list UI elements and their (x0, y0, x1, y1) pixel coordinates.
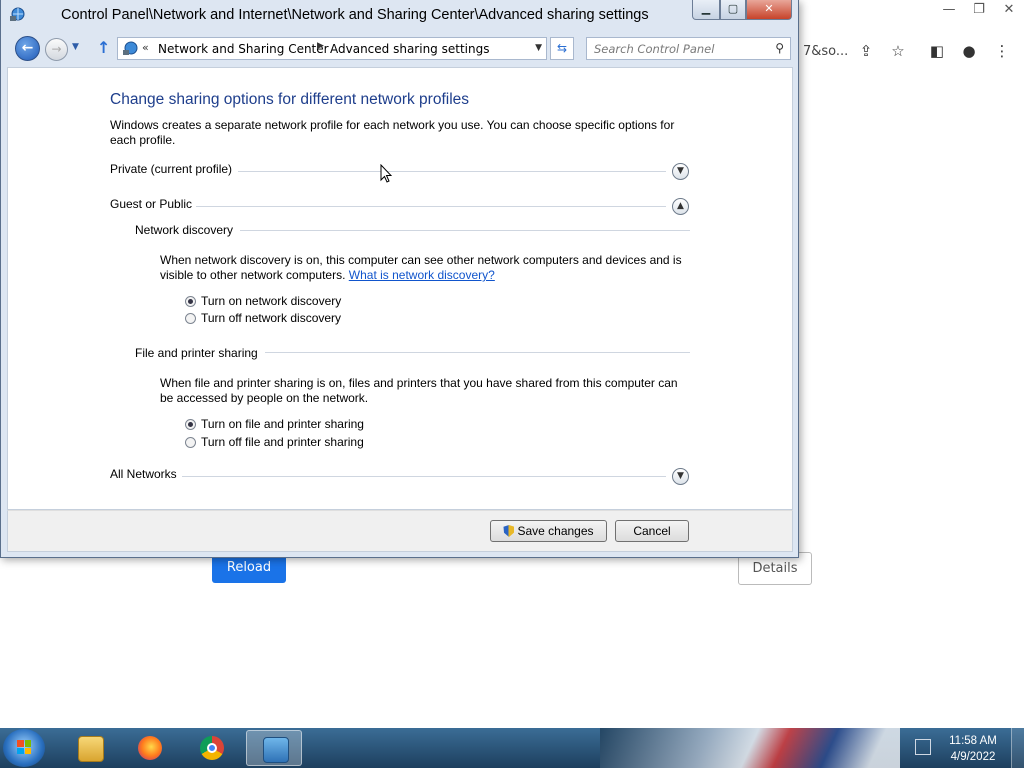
section-divider (240, 230, 690, 231)
chevron-up-icon[interactable]: ▲ (672, 198, 689, 215)
profile-all-networks-label[interactable]: All Networks (110, 467, 177, 481)
radio-turn-on-file-printer-sharing[interactable]: Turn on file and printer sharing (185, 416, 364, 432)
taskbar-control-panel[interactable] (246, 730, 302, 766)
back-arrow-icon[interactable]: ← (15, 36, 40, 61)
system-clock[interactable]: 11:58 AM 4/9/2022 (940, 733, 1006, 765)
taskbar-explorer[interactable] (62, 730, 118, 766)
firefox-icon (138, 736, 162, 760)
breadcrumb-advanced-sharing[interactable]: Advanced sharing settings (330, 42, 489, 56)
address-dropdown-icon[interactable]: ▼ (535, 43, 542, 53)
file-printer-sharing-title: File and printer sharing (135, 346, 258, 360)
chevron-down-icon[interactable]: ▼ (672, 468, 689, 485)
page-heading: Change sharing options for different net… (110, 91, 470, 108)
control-panel-icon (263, 737, 289, 763)
refresh-icon[interactable]: ⇆ (550, 37, 574, 60)
radio-label[interactable]: Turn on file and printer sharing (201, 417, 364, 431)
clock-date: 4/9/2022 (950, 751, 996, 763)
radio-label[interactable]: Turn on network discovery (201, 294, 341, 308)
browser-url-fragment[interactable]: 7&so... (803, 44, 848, 59)
uac-shield-icon (503, 525, 515, 537)
chrome-icon (200, 736, 224, 760)
window-title: Control Panel\Network and Internet\Netwo… (61, 7, 649, 23)
network-tray-icon[interactable] (915, 739, 931, 755)
maximize-button[interactable]: ▢ (720, 0, 746, 20)
taskbar (0, 728, 1024, 768)
section-divider (196, 206, 666, 207)
search-input[interactable]: Search Control Panel (594, 42, 714, 56)
taskbar-firefox[interactable] (122, 730, 178, 766)
clock-time: 11:58 AM (949, 735, 997, 747)
breadcrumb-separator-icon[interactable]: ▶ (317, 41, 324, 51)
profile-guest-public-label[interactable]: Guest or Public (110, 197, 192, 211)
profile-avatar-icon[interactable]: ● (960, 42, 978, 60)
radio-turn-off-network-discovery[interactable]: Turn off network discovery (185, 310, 341, 326)
address-overflow-chevron-icon[interactable]: « (142, 41, 149, 54)
network-discovery-description: When network discovery is on, this compu… (160, 253, 690, 283)
radio-turn-on-network-discovery[interactable]: Turn on network discovery (185, 293, 341, 309)
control-panel-icon (123, 41, 138, 55)
search-icon[interactable]: ⚲ (775, 41, 784, 55)
browser-menu-icon[interactable]: ⋮ (993, 42, 1011, 60)
search-box[interactable]: Search Control Panel ⚲ (586, 37, 791, 60)
radio-label[interactable]: Turn off network discovery (201, 311, 341, 325)
forward-arrow-icon[interactable]: → (45, 38, 68, 61)
section-divider (265, 352, 690, 353)
taskbar-chrome[interactable] (184, 730, 240, 766)
intro-text: Windows creates a separate network profi… (110, 118, 675, 147)
up-arrow-icon[interactable]: ↑ (97, 38, 110, 57)
side-panel-icon[interactable]: ◧ (928, 42, 946, 60)
network-discovery-title: Network discovery (135, 223, 234, 237)
breadcrumb-network-sharing-center[interactable]: Network and Sharing Center (158, 42, 329, 56)
radio-label[interactable]: Turn off file and printer sharing (201, 435, 364, 449)
windows-logo-icon (17, 740, 31, 754)
close-button[interactable]: ✕ (746, 0, 792, 20)
section-divider (238, 171, 666, 172)
desktop-wallpaper-strip (600, 728, 900, 768)
radio-indicator[interactable] (185, 436, 196, 448)
share-icon[interactable]: ⇪ (857, 42, 875, 60)
browser-close-button[interactable]: ✕ (994, 0, 1024, 22)
chevron-down-icon[interactable]: ▼ (672, 163, 689, 180)
cancel-button[interactable]: Cancel (615, 520, 689, 542)
recent-pages-chevron-icon[interactable]: ▼ (72, 42, 79, 52)
navigation-bar: ← → ▼ ↑ « Network and Sharing Center ▶ A… (7, 35, 793, 63)
profile-private-label[interactable]: Private (current profile) (110, 162, 232, 176)
address-bar[interactable]: « Network and Sharing Center ▶ Advanced … (117, 37, 547, 60)
radio-selected-indicator[interactable] (185, 418, 196, 430)
browser-window-controls: — ❐ ✕ (934, 0, 1024, 22)
mouse-pointer-icon (380, 164, 392, 183)
radio-indicator[interactable] (185, 312, 196, 324)
radio-selected-indicator[interactable] (185, 295, 196, 307)
folder-icon (78, 736, 104, 762)
file-printer-sharing-description: When file and printer sharing is on, fil… (160, 376, 678, 405)
browser-restore-button[interactable]: ❐ (964, 0, 994, 22)
network-globe-icon (10, 7, 25, 21)
bookmark-star-icon[interactable]: ☆ (889, 42, 907, 60)
network-discovery-help-link[interactable]: What is network discovery? (349, 268, 495, 282)
radio-turn-off-file-printer-sharing[interactable]: Turn off file and printer sharing (185, 434, 364, 450)
show-desktop-button[interactable] (1011, 728, 1024, 768)
section-divider (182, 476, 666, 477)
save-button-label[interactable]: Save changes (517, 524, 593, 538)
window-controls: ▁ ▢ ✕ (692, 0, 792, 20)
browser-minimize-button[interactable]: — (934, 0, 964, 22)
minimize-button[interactable]: ▁ (692, 0, 720, 20)
save-changes-button[interactable]: Save changes (490, 520, 607, 542)
start-button[interactable] (3, 729, 45, 767)
